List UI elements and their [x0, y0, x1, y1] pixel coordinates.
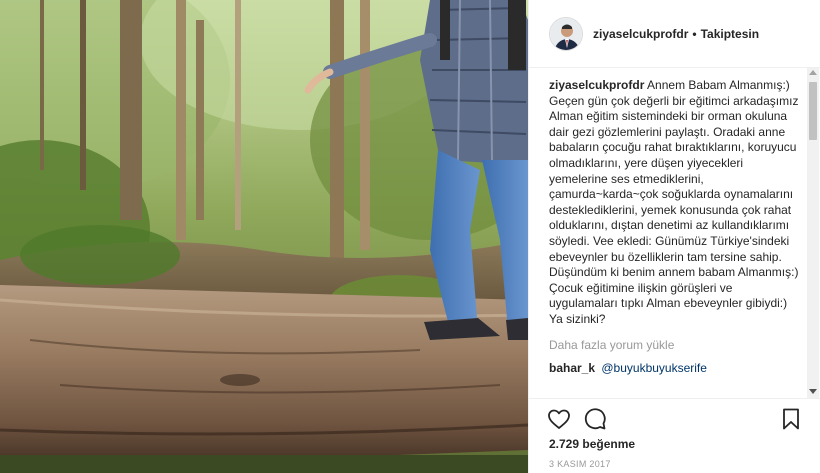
post-header: ziyaselcukprofdr • Takiptesin: [529, 0, 820, 68]
caption-text: Annem Babam Almanmış:) Geçen gün çok değ…: [549, 78, 799, 326]
speech-bubble-icon[interactable]: [583, 407, 607, 431]
caption: ziyaselcukprofdr Annem Babam Almanmış:) …: [549, 78, 803, 328]
scroll-down-arrow-icon[interactable]: [809, 389, 817, 394]
post-date[interactable]: 3 KASIM 2017: [549, 459, 611, 469]
heart-icon[interactable]: [547, 407, 571, 431]
caption-username[interactable]: ziyaselcukprofdr: [549, 78, 644, 92]
scrollbar-thumb[interactable]: [809, 82, 817, 140]
scroll-up-arrow-icon[interactable]: [809, 70, 817, 75]
profile-picture-icon: [550, 17, 582, 50]
comment-username[interactable]: bahar_k: [549, 361, 595, 375]
comments-scrollbar[interactable]: [807, 68, 819, 398]
separator-dot: •: [692, 26, 697, 41]
likes-count[interactable]: 2.729 beğenme: [549, 437, 635, 451]
follow-status[interactable]: Takiptesin: [701, 27, 759, 41]
comments-area[interactable]: ziyaselcukprofdr Annem Babam Almanmış:) …: [549, 78, 803, 394]
forest-photo-illustration: [0, 0, 528, 473]
post-actions: 2.729 beğenme 3 KASIM 2017: [529, 398, 820, 473]
load-more-comments-button[interactable]: Daha fazla yorum yükle: [549, 338, 803, 354]
post-photo[interactable]: [0, 0, 528, 473]
comment-mention-link[interactable]: @buyukbuyukserife: [601, 361, 707, 375]
comment-item: bahar_k @buyukbuyukserife: [549, 361, 803, 377]
post-details-panel: ziyaselcukprofdr • Takiptesin ziyaselcuk…: [528, 0, 820, 473]
avatar[interactable]: [549, 16, 583, 51]
header-username[interactable]: ziyaselcukprofdr: [593, 27, 688, 41]
bookmark-icon[interactable]: [779, 407, 803, 431]
